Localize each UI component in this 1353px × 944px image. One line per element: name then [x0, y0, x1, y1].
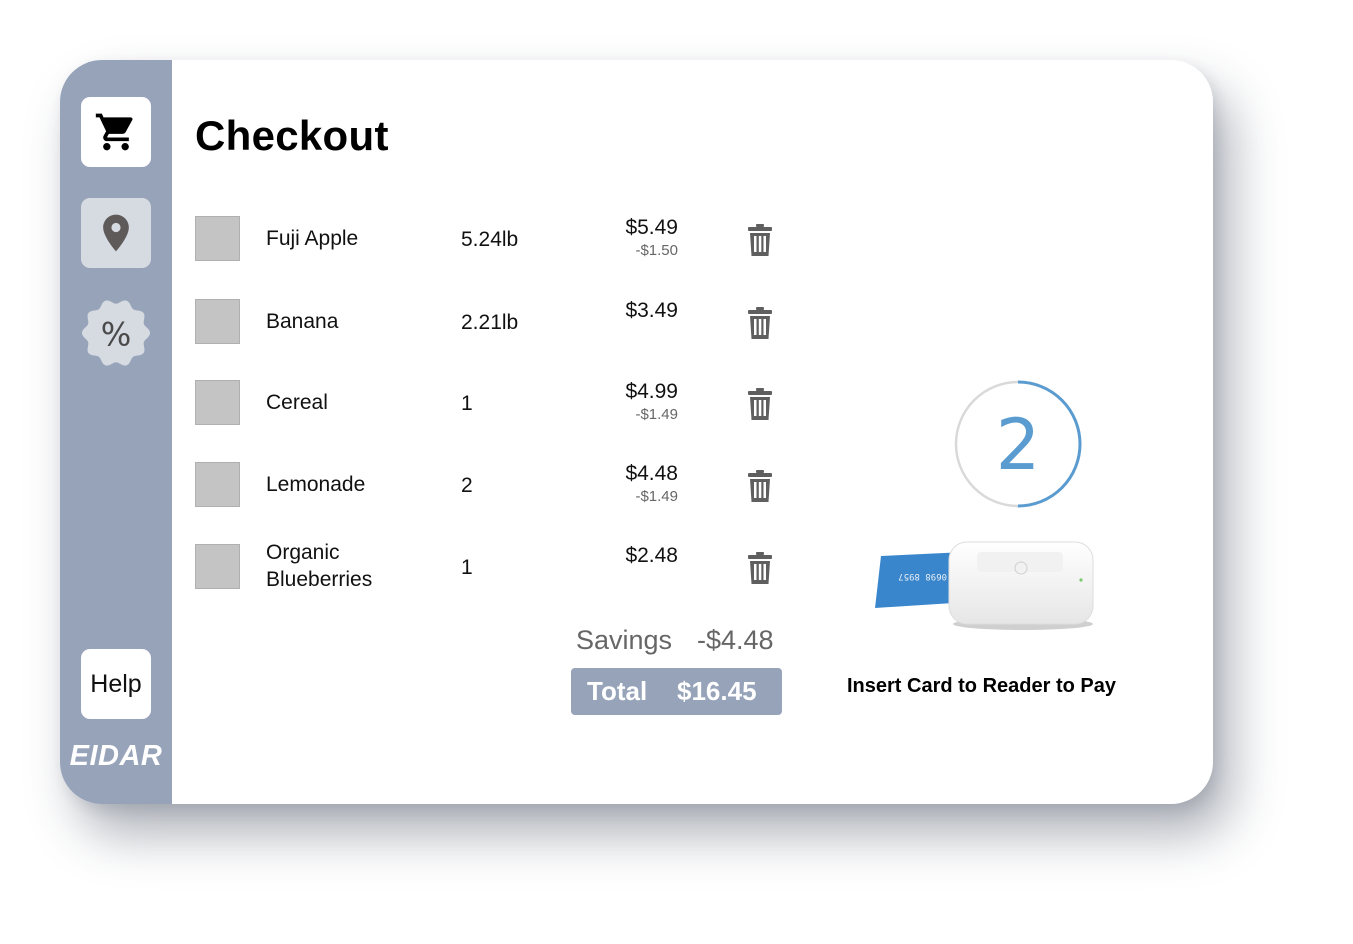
item-name: Banana [266, 310, 339, 333]
map-pin-icon [103, 214, 129, 252]
sidebar-item-cart[interactable] [81, 97, 151, 167]
total-label: Total [587, 676, 648, 706]
trash-icon[interactable] [748, 224, 772, 256]
cart-row: Lemonade 2 $4.48 -$1.49 [195, 462, 795, 508]
percent-label: % [101, 315, 132, 353]
item-name: Fuji Apple [266, 227, 359, 250]
page-title: Checkout [195, 112, 389, 159]
item-name: Lemonade [266, 473, 366, 496]
cart-row: Fuji Apple 5.24lb $5.49 -$1.50 [195, 216, 795, 262]
cart-row: Organic Blueberries 1 $2.48 [195, 541, 795, 591]
item-quantity: 5.24lb [461, 228, 519, 251]
item-discount: -$1.50 [635, 242, 678, 259]
item-price: $4.99 [625, 380, 678, 403]
percent-badge-icon: % [81, 300, 151, 366]
item-quantity: 2 [461, 474, 473, 497]
countdown-number: 2 [996, 404, 1041, 486]
help-button[interactable]: Help [81, 649, 151, 719]
savings-label: Savings [576, 625, 673, 655]
item-name: Cereal [266, 391, 328, 414]
countdown-timer: 2 [954, 380, 1082, 508]
card-reader-illustration: 0698 8957 [875, 541, 1094, 630]
sidebar-item-deals[interactable]: % [81, 298, 151, 368]
sidebar: % Help EIDAR [60, 60, 172, 804]
cart-row: Banana 2.21lb $3.49 [195, 299, 795, 345]
trash-icon[interactable] [748, 307, 772, 339]
payment-instruction: Insert Card to Reader to Pay [847, 675, 1116, 697]
total-box: Total $16.45 [571, 668, 782, 715]
cart-icon [95, 113, 133, 151]
brand-logo: EIDAR [69, 740, 163, 772]
product-thumbnail [195, 462, 240, 507]
trash-icon[interactable] [748, 470, 772, 502]
item-name: Organic Blueberries [266, 541, 373, 591]
item-price: $3.49 [625, 299, 678, 322]
item-quantity: 1 [461, 392, 473, 415]
item-price: $5.49 [625, 216, 678, 239]
total-value: $16.45 [677, 676, 757, 706]
item-discount: -$1.49 [635, 406, 678, 423]
sidebar-item-location[interactable] [81, 198, 151, 268]
product-thumbnail [195, 299, 240, 344]
cart-row: Cereal 1 $4.99 -$1.49 [195, 380, 795, 426]
checkout-card: % Help EIDAR Checkout Fuji Apple 5.24lb … [60, 60, 1213, 804]
product-thumbnail [195, 380, 240, 425]
trash-icon[interactable] [748, 388, 772, 420]
trash-icon[interactable] [748, 552, 772, 584]
savings-value: -$4.48 [697, 625, 774, 655]
item-price: $4.48 [625, 462, 678, 485]
item-quantity: 1 [461, 556, 473, 579]
item-discount: -$1.49 [635, 488, 678, 505]
product-thumbnail [195, 216, 240, 261]
product-thumbnail [195, 544, 240, 589]
card-number: 0698 8957 [898, 571, 947, 581]
item-price: $2.48 [625, 544, 678, 567]
item-quantity: 2.21lb [461, 311, 519, 334]
